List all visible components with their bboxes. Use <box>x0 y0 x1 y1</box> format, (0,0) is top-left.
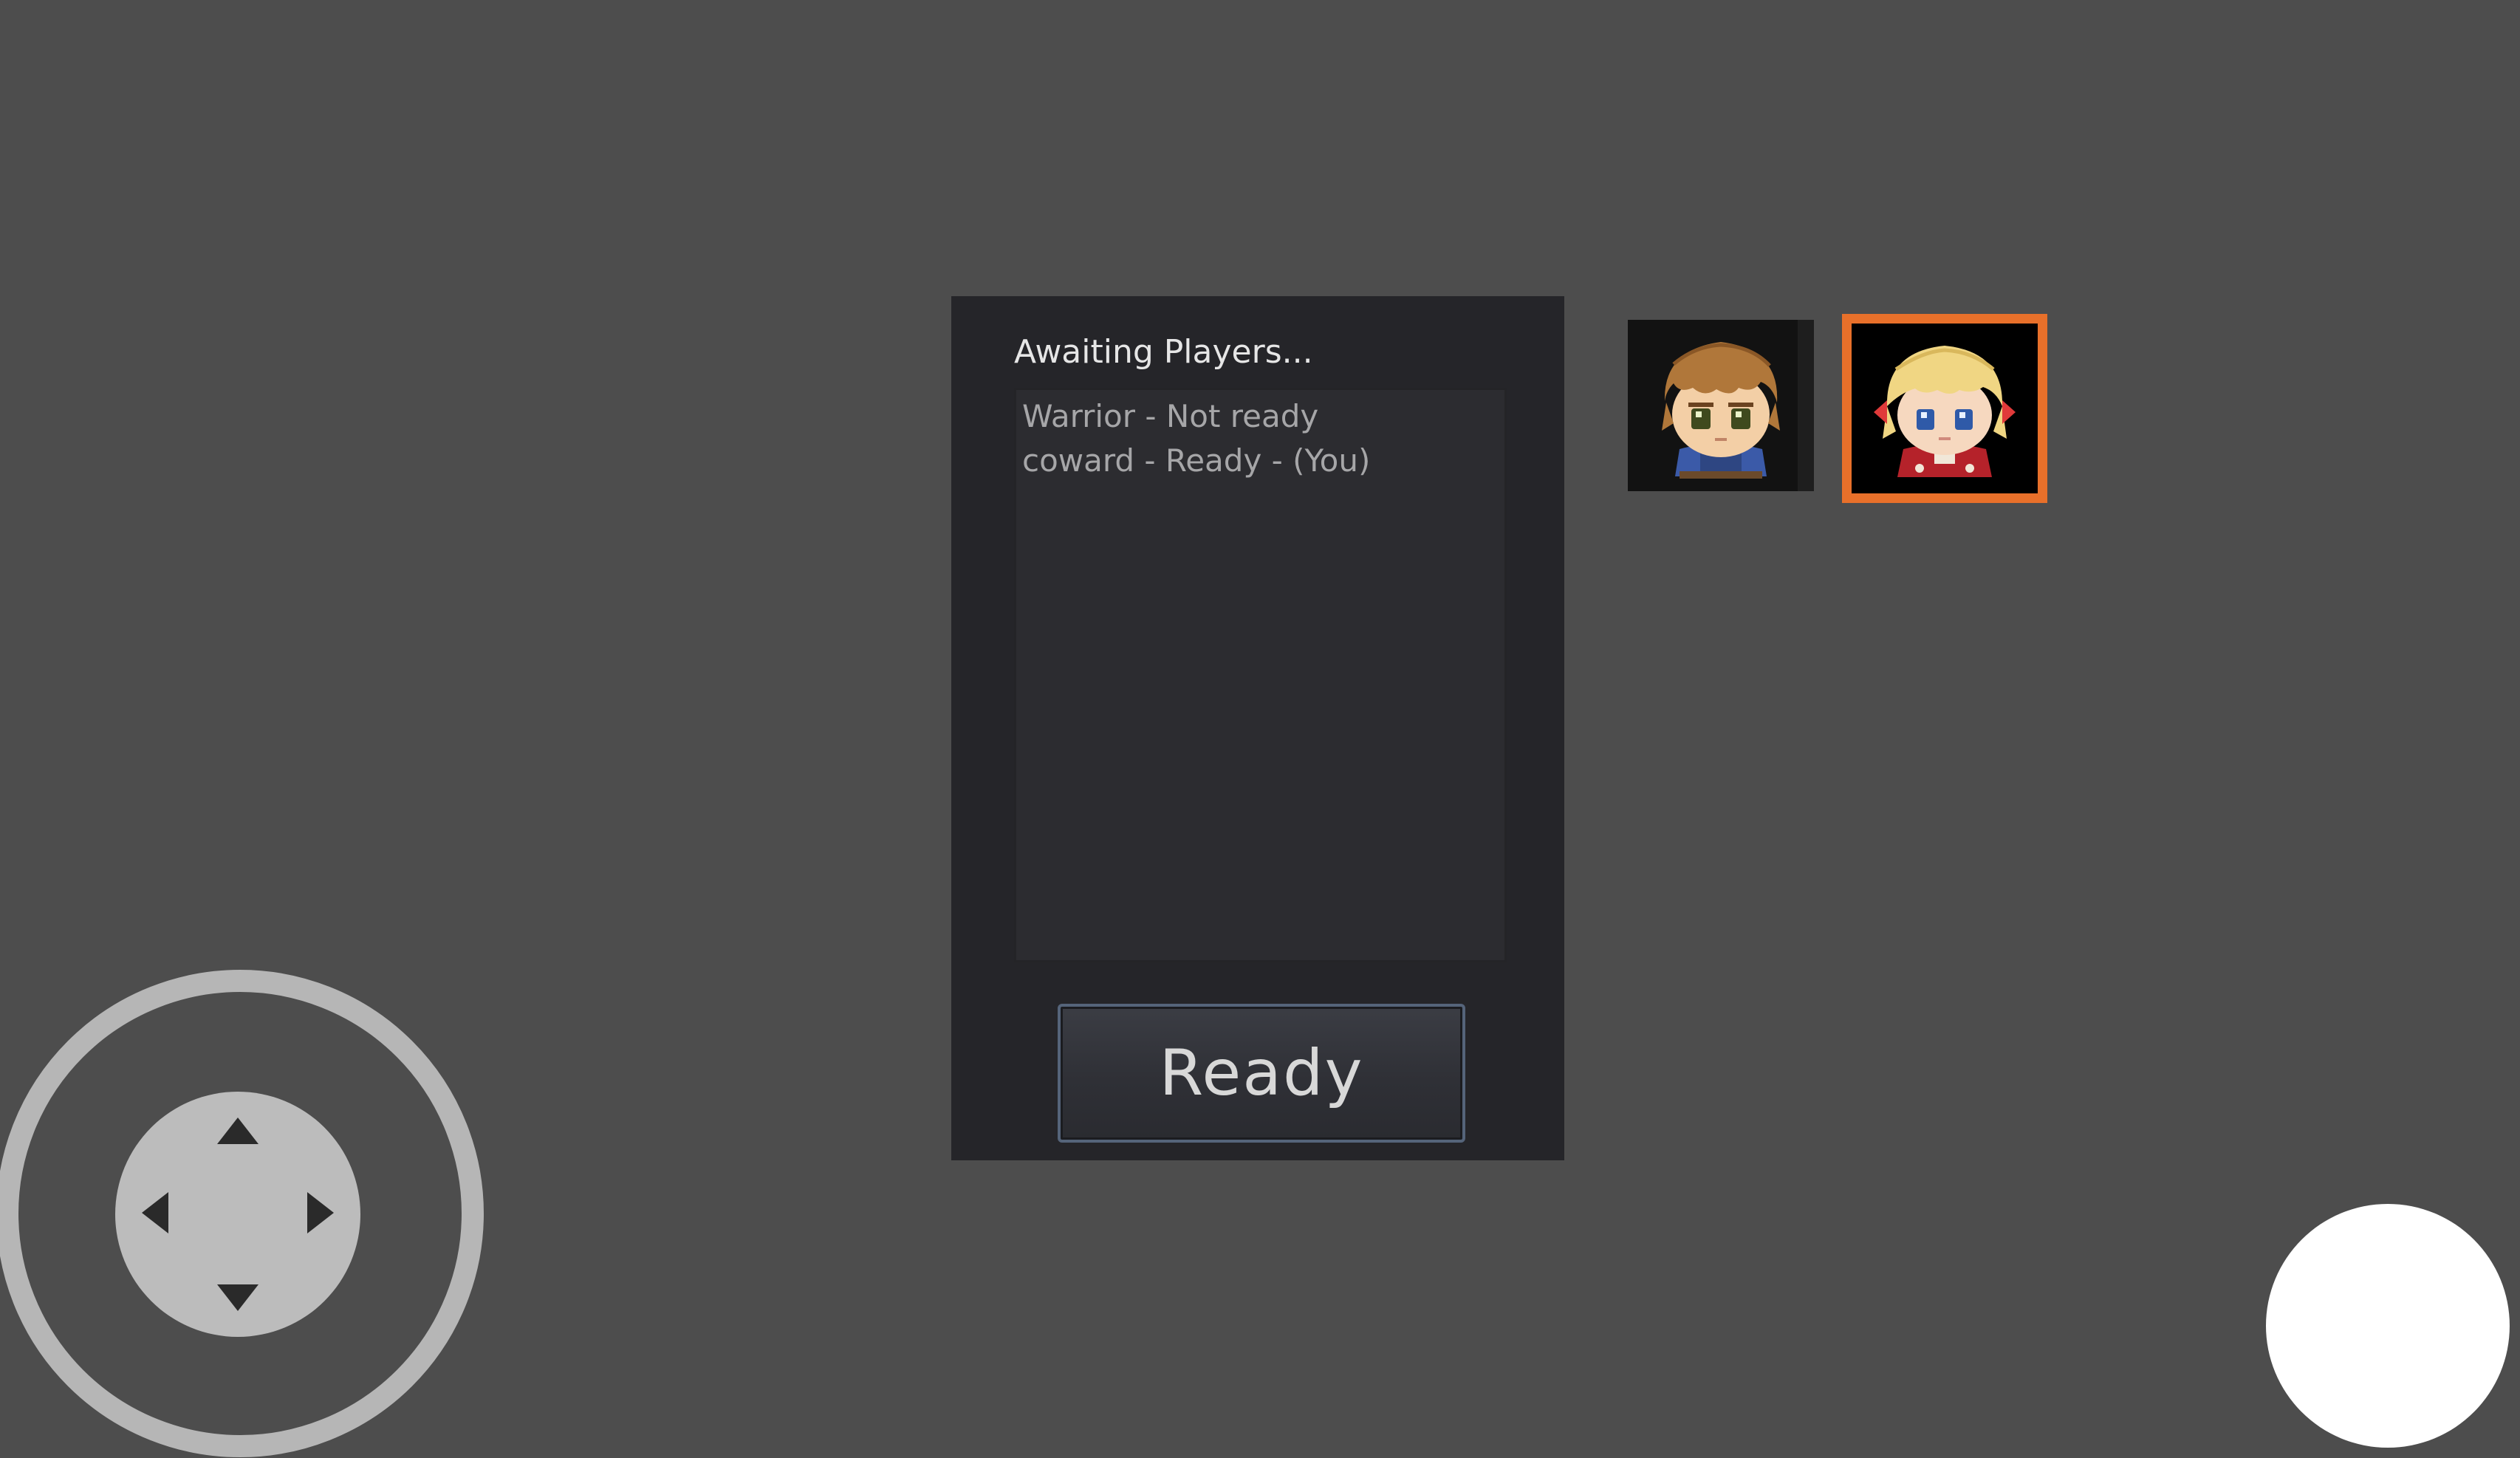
character-slot-selected[interactable] <box>1842 314 2047 503</box>
action-button[interactable] <box>2266 1204 2510 1448</box>
character-slot-warrior[interactable] <box>1628 320 1814 491</box>
lobby-panel: Awaiting Players... Warrior - Not ready … <box>951 296 1564 1160</box>
blonde-girl-portrait-icon <box>1852 324 2038 493</box>
warrior-portrait-icon <box>1628 320 1814 491</box>
arrow-down-icon[interactable] <box>217 1284 258 1311</box>
player-row-warrior: Warrior - Not ready <box>1022 398 1319 434</box>
arrow-left-icon[interactable] <box>142 1192 168 1233</box>
arrow-up-icon[interactable] <box>217 1118 258 1144</box>
player-row-you: coward - Ready - (You) <box>1022 442 1371 479</box>
lobby-title: Awaiting Players... <box>1014 333 1313 371</box>
player-list: Warrior - Not ready coward - Ready - (Yo… <box>1014 388 1507 962</box>
arrow-right-icon[interactable] <box>307 1192 334 1233</box>
ready-button[interactable]: Ready <box>1058 1004 1465 1143</box>
